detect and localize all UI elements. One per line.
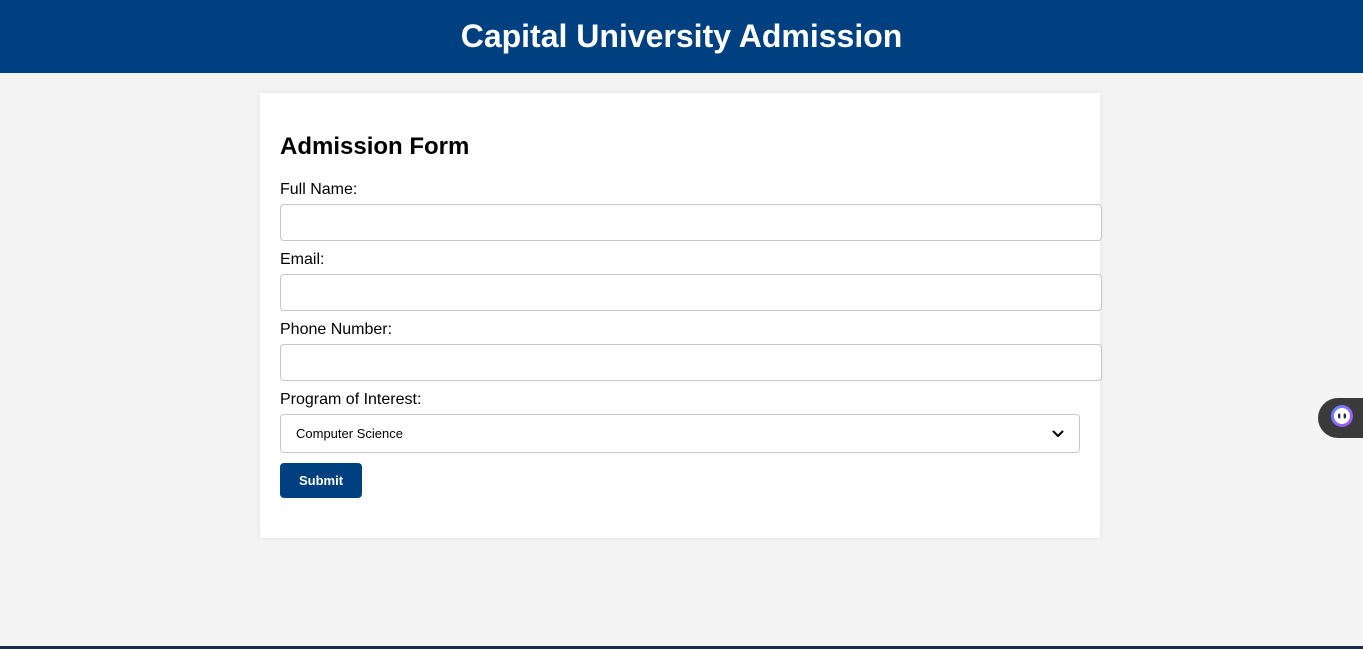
site-title: Capital University Admission — [460, 18, 903, 54]
submit-button[interactable]: Submit — [280, 463, 362, 498]
assistant-widget-button[interactable] — [1318, 398, 1363, 438]
full-name-input[interactable] — [280, 204, 1102, 241]
phone-number-label: Phone Number: — [280, 321, 393, 338]
form-title: Admission Form — [280, 133, 470, 160]
admission-form-card: Admission Form Full Name: Email: Phone N… — [260, 93, 1102, 538]
email-input[interactable] — [280, 274, 1102, 311]
email-label: Email: — [280, 251, 325, 268]
chevron-down-icon — [1052, 428, 1064, 440]
program-selected-value: Computer Science — [296, 426, 403, 441]
program-select[interactable]: Computer Science — [280, 414, 1080, 453]
program-label: Program of Interest: — [280, 391, 422, 408]
assistant-bot-icon — [1330, 404, 1354, 433]
full-name-label: Full Name: — [280, 181, 358, 198]
site-header: Capital University Admission — [0, 0, 1363, 73]
phone-number-input[interactable] — [280, 344, 1102, 381]
